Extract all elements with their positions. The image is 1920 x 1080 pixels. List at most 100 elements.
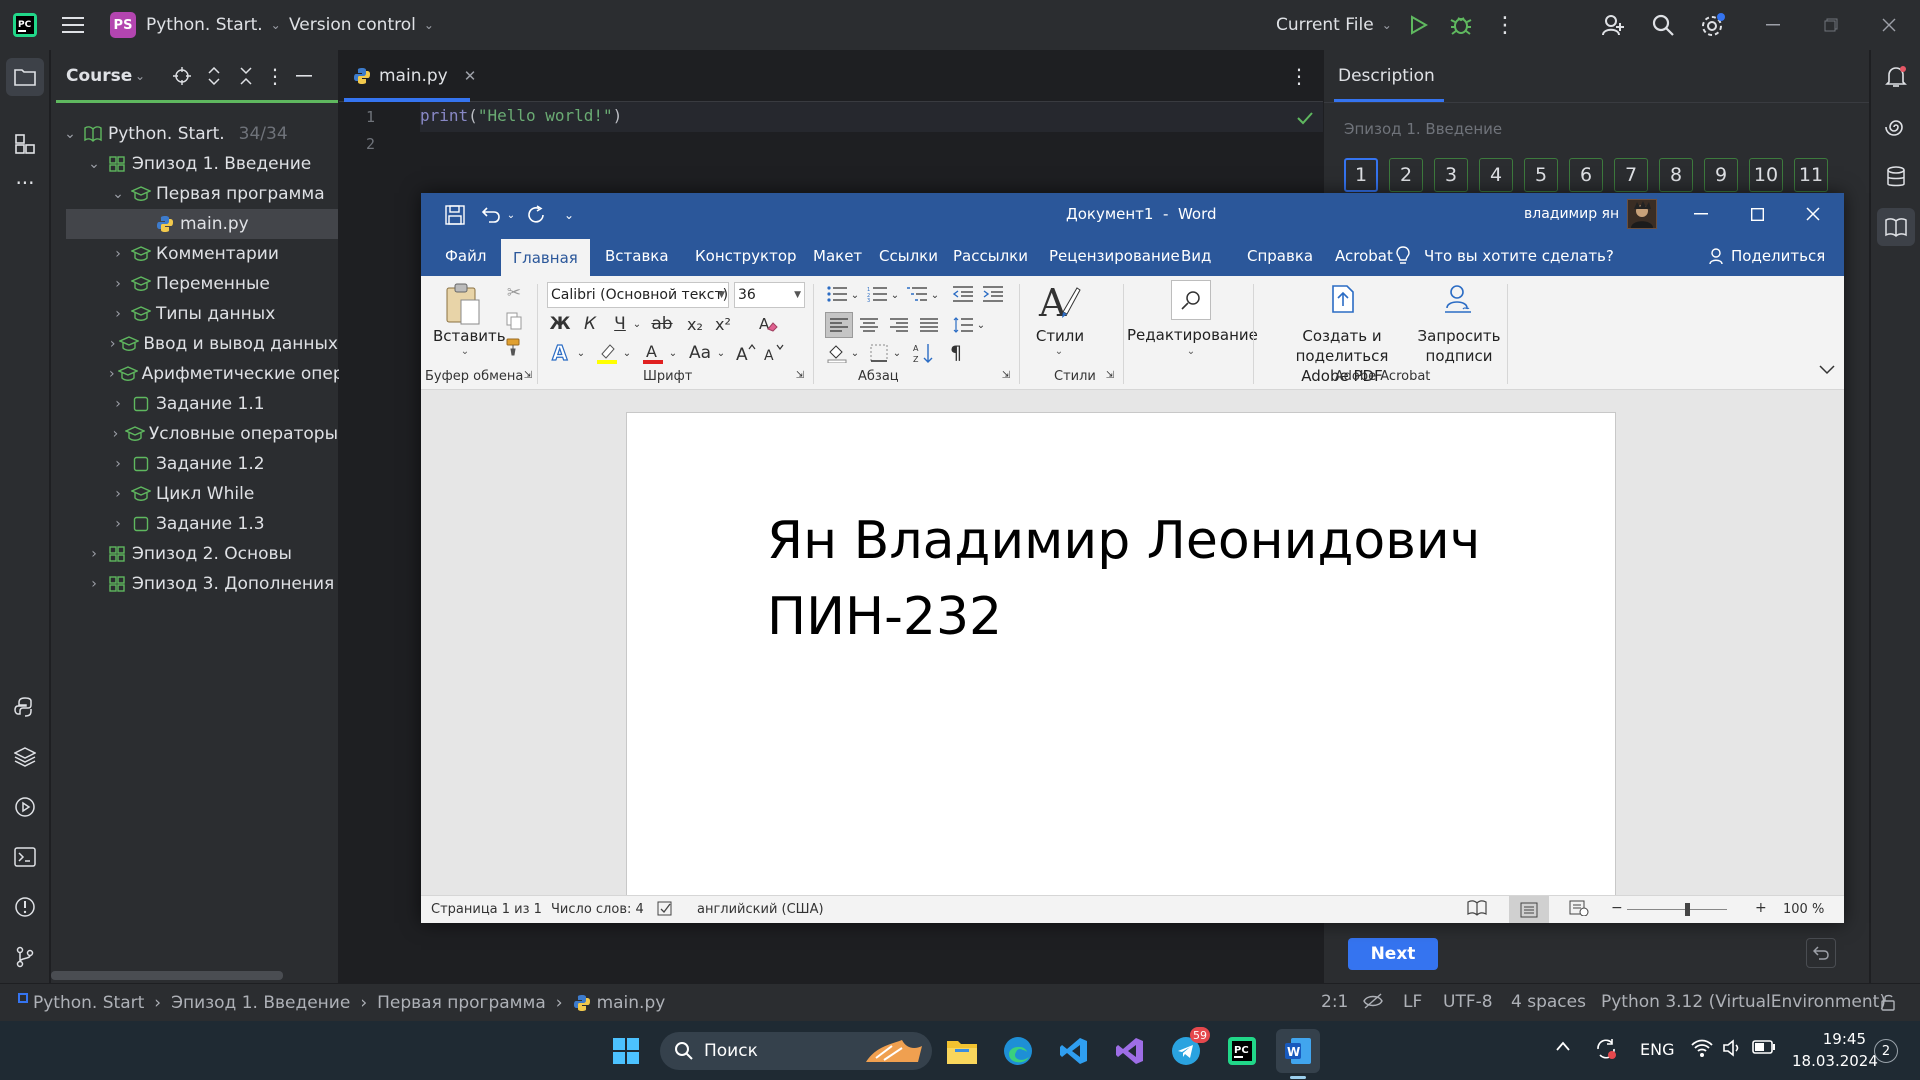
task-number-button[interactable]: 7 — [1614, 158, 1648, 192]
breadcrumb-item[interactable]: Python. Start — [33, 993, 144, 1013]
caret-position[interactable]: 2:1 — [1321, 992, 1348, 1012]
strikethrough-button[interactable]: ab — [647, 312, 677, 336]
task-number-button[interactable]: 11 — [1794, 158, 1828, 192]
web-layout-icon[interactable] — [1569, 900, 1589, 916]
maximize-icon[interactable] — [1745, 202, 1769, 226]
chevron-right-icon[interactable]: › — [109, 306, 127, 322]
services-run-icon[interactable] — [6, 788, 44, 826]
justify-icon[interactable] — [915, 312, 943, 338]
dialog-launcher-icon[interactable]: ⇲ — [1103, 368, 1117, 382]
increase-indent-icon[interactable] — [981, 282, 1005, 306]
bold-button[interactable]: Ж — [549, 312, 571, 336]
word-taskbar-icon[interactable]: W — [1276, 1029, 1320, 1073]
tree-item[interactable]: › Эпизод 3. Дополнения — [51, 569, 338, 599]
chevron-right-icon[interactable]: › — [109, 426, 122, 442]
notification-count-badge[interactable]: 2 — [1874, 1039, 1898, 1063]
reset-undo-icon[interactable] — [1806, 938, 1836, 968]
dialog-launcher-icon[interactable]: ⇲ — [793, 368, 807, 382]
print-layout-icon[interactable] — [1509, 896, 1549, 923]
chevron-right-icon[interactable]: › — [109, 246, 127, 262]
tree-item[interactable]: › Комментарии — [51, 239, 338, 269]
start-windows-icon[interactable] — [604, 1029, 648, 1073]
tree-item[interactable]: ⌄ Первая программа — [51, 179, 338, 209]
more-tools-icon[interactable]: ··· — [6, 168, 44, 198]
ribbon-tab[interactable]: Главная — [501, 239, 590, 276]
word-count[interactable]: Число слов: 4 — [551, 902, 644, 917]
multilevel-list-icon[interactable] — [905, 282, 929, 306]
account-user-name[interactable]: владимир ян — [1524, 193, 1619, 235]
pycharm-taskbar-icon[interactable]: PC — [1220, 1029, 1264, 1073]
dialog-launcher-icon[interactable]: ⇲ — [999, 368, 1013, 382]
clock[interactable]: 19:45 18.03.2024 — [1792, 1028, 1878, 1072]
document-line-2[interactable]: ПИН-232 — [767, 587, 1002, 647]
next-button[interactable]: Next — [1348, 938, 1438, 970]
chevron-down-icon[interactable]: ⌄ — [929, 284, 941, 306]
document-page[interactable]: Ян Владимир Леонидович ПИН-232 — [626, 412, 1616, 895]
ai-assistant-spiral-icon[interactable] — [1877, 108, 1915, 146]
panel-options-icon[interactable]: ⋮ — [265, 63, 285, 89]
database-icon[interactable] — [1877, 158, 1915, 196]
numbering-list-icon[interactable]: 123 — [865, 282, 889, 306]
ribbon-tab[interactable]: Справка — [1235, 235, 1325, 276]
tell-me-box[interactable]: Что вы хотите сделать? — [1396, 242, 1614, 270]
terminal-icon[interactable] — [6, 838, 44, 876]
subscript-button[interactable]: x₂ — [683, 312, 707, 336]
editing-button-label[interactable]: Редактирование — [1127, 326, 1258, 344]
chevron-down-icon[interactable]: ⌄ — [575, 342, 587, 364]
inspection-ok-check-icon[interactable] — [1295, 108, 1315, 128]
close-tab-icon[interactable]: ✕ — [464, 67, 477, 85]
chevron-down-icon[interactable]: ⌄ — [85, 156, 103, 172]
code-line-1[interactable]: print("Hello world!") — [420, 106, 622, 125]
chevron-right-icon[interactable]: › — [109, 456, 127, 472]
dialog-launcher-icon[interactable]: ⇲ — [521, 368, 535, 382]
minimize-icon[interactable] — [1689, 202, 1713, 226]
indent-setting[interactable]: 4 spaces — [1511, 992, 1586, 1012]
chevron-right-icon[interactable]: › — [109, 336, 116, 352]
chevron-down-icon[interactable]: ⌄ — [849, 342, 861, 364]
language[interactable]: английский (США) — [697, 902, 824, 917]
chevron-down-icon[interactable]: ⌄ — [459, 346, 471, 357]
highlight-color-icon[interactable] — [593, 340, 621, 366]
course-panel-title[interactable]: Course — [66, 66, 132, 86]
chevron-down-icon[interactable]: ⌄ — [1185, 346, 1197, 357]
chevron-right-icon[interactable]: › — [109, 366, 115, 382]
input-language[interactable]: ENG — [1640, 1040, 1674, 1059]
zoom-out-icon[interactable]: − — [1611, 900, 1623, 916]
python-interpreter[interactable]: Python 3.12 (VirtualEnvironment) — [1601, 992, 1886, 1012]
italic-button[interactable]: К — [579, 312, 601, 336]
tree-item[interactable]: › Задание 1.3 — [51, 509, 338, 539]
tree-item[interactable]: › Задание 1.1 — [51, 389, 338, 419]
chevron-down-icon[interactable]: ⌄ — [975, 314, 987, 336]
chevron-down-icon[interactable]: ⌄ — [667, 342, 679, 364]
chevron-down-icon[interactable]: ⌄ — [1053, 346, 1065, 357]
find-magnifier-icon[interactable] — [1171, 280, 1211, 320]
tree-item[interactable]: › Эпизод 2. Основы — [51, 539, 338, 569]
chevron-down-icon[interactable]: ⌄ — [891, 342, 903, 364]
line-spacing-icon[interactable] — [951, 312, 975, 338]
underline-button[interactable]: Ч — [609, 312, 631, 336]
redo-icon[interactable] — [525, 203, 549, 227]
editor-options-icon[interactable]: ⋮ — [1289, 64, 1309, 88]
document-line-1[interactable]: Ян Владимир Леонидович — [767, 511, 1480, 571]
locate-crosshair-icon[interactable] — [169, 63, 195, 89]
tree-item[interactable]: ⌄ Эпизод 1. Введение — [51, 149, 338, 179]
tree-item[interactable]: › Переменные — [51, 269, 338, 299]
ribbon-tab[interactable]: Конструктор — [683, 235, 809, 276]
tree-item[interactable]: › Типы данных — [51, 299, 338, 329]
chevron-down-icon[interactable]: ⌄ — [109, 186, 127, 202]
font-name-select[interactable]: Calibri (Основной текст) ▼ — [547, 282, 729, 308]
no-inspection-eye-icon[interactable] — [1363, 992, 1383, 1010]
chevron-down-icon[interactable]: ⌄ — [715, 342, 727, 364]
sort-az-icon[interactable]: AZ — [911, 340, 937, 366]
task-number-button[interactable]: 1 — [1344, 158, 1378, 192]
telegram-icon[interactable]: 59 — [1164, 1027, 1210, 1073]
wifi-icon[interactable] — [1690, 1038, 1714, 1058]
git-branch-icon[interactable] — [6, 938, 44, 976]
expand-all-icon[interactable] — [201, 63, 227, 89]
copy-icon[interactable] — [503, 310, 525, 332]
font-size-select[interactable]: 36 ▼ — [734, 282, 805, 308]
task-number-button[interactable]: 5 — [1524, 158, 1558, 192]
breadcrumb-item[interactable]: Первая программа — [377, 993, 546, 1013]
bullets-list-icon[interactable] — [825, 282, 849, 306]
align-center-icon[interactable] — [855, 312, 883, 338]
